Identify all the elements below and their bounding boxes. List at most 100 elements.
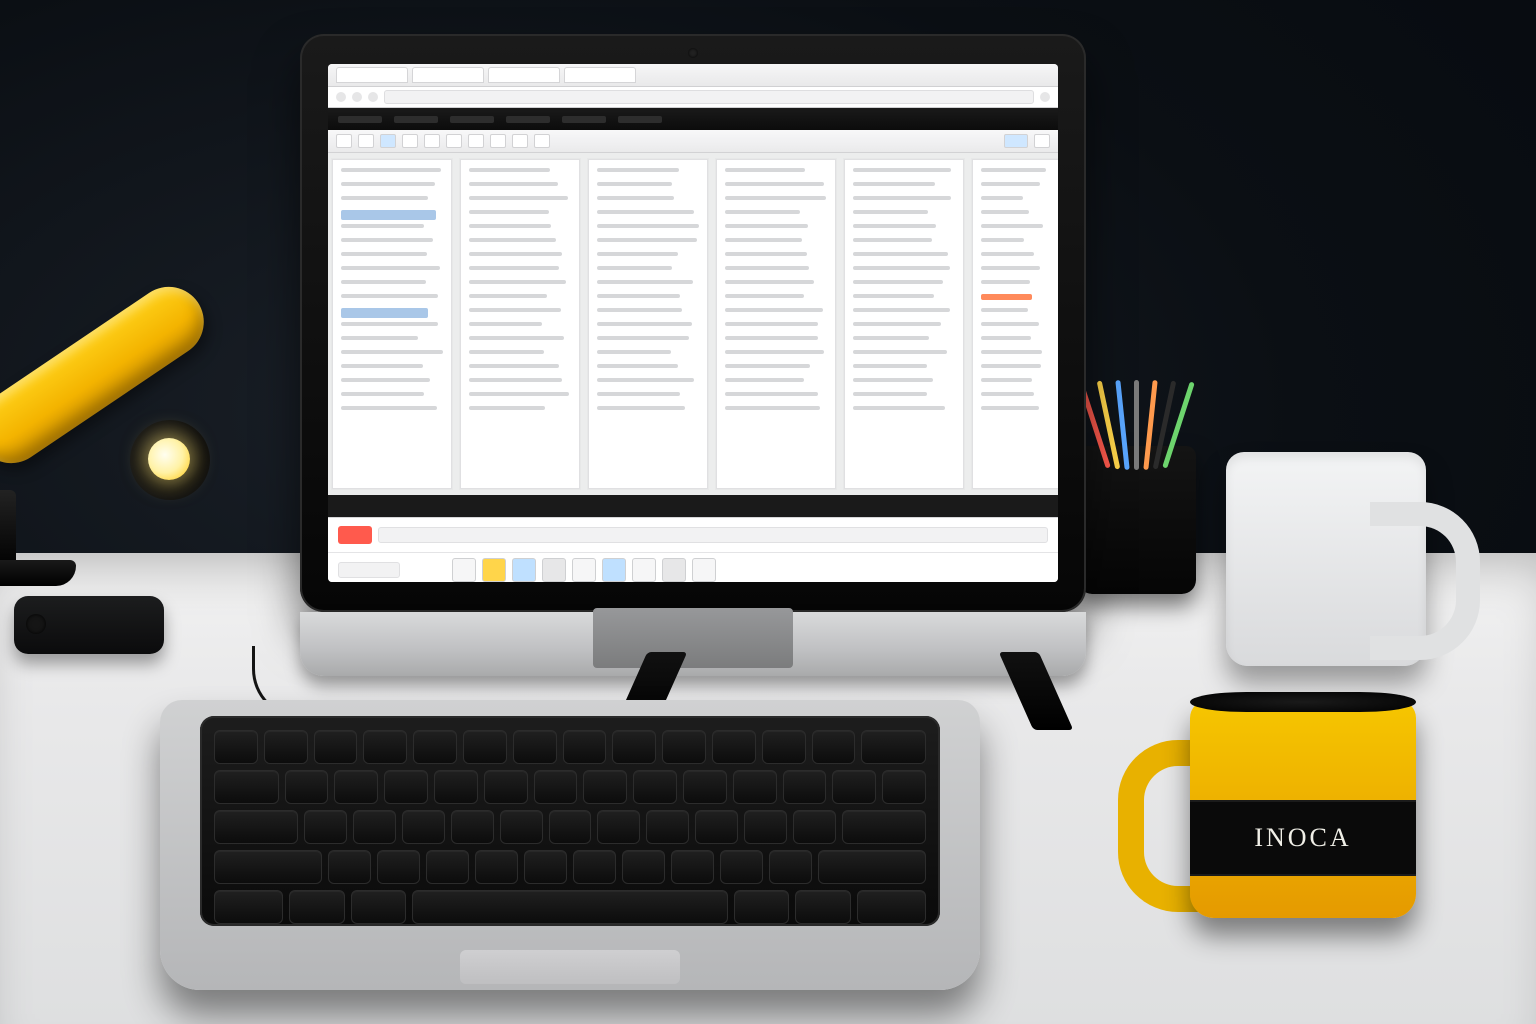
keyboard-key[interactable] [597, 810, 640, 844]
keyboard-key[interactable] [524, 850, 567, 884]
keyboard-key[interactable] [214, 730, 258, 764]
keyboard-key[interactable] [463, 730, 507, 764]
keyboard-key[interactable] [304, 810, 347, 844]
keyboard-key[interactable] [214, 890, 283, 924]
keyboard-key[interactable] [733, 770, 777, 804]
nav-reload-icon[interactable] [368, 92, 378, 102]
keyboard-key[interactable] [484, 770, 528, 804]
palette-swatch[interactable] [512, 558, 536, 582]
keyboard-key[interactable] [351, 890, 407, 924]
browser-tab[interactable] [564, 67, 636, 83]
browser-tab[interactable] [488, 67, 560, 83]
keyboard-key[interactable] [285, 770, 329, 804]
keyboard-key[interactable] [734, 890, 790, 924]
keyboard-key[interactable] [402, 810, 445, 844]
pen-cup [1078, 402, 1196, 594]
keyboard-key[interactable] [549, 810, 592, 844]
keyboard-key[interactable] [214, 810, 298, 844]
document-column[interactable] [716, 159, 836, 489]
browser-tab[interactable] [336, 67, 408, 83]
keyboard-key[interactable] [720, 850, 763, 884]
keyboard-key[interactable] [769, 850, 812, 884]
app-menubar[interactable] [328, 108, 1058, 130]
keyboard-key[interactable] [857, 890, 926, 924]
monitor-screen [328, 64, 1058, 582]
keyboard-key[interactable] [744, 810, 787, 844]
keyboard-key[interactable] [861, 730, 926, 764]
bottom-panel-1 [328, 517, 1058, 552]
keyboard-key[interactable] [842, 810, 926, 844]
keyboard-key[interactable] [712, 730, 756, 764]
laptop-keyboard[interactable] [214, 730, 926, 882]
keyboard-key[interactable] [795, 890, 851, 924]
keyboard-key[interactable] [612, 730, 656, 764]
keyboard-key[interactable] [812, 730, 856, 764]
keyboard-key[interactable] [683, 770, 727, 804]
palette-swatch[interactable] [482, 558, 506, 582]
keyboard-key[interactable] [534, 770, 578, 804]
keyboard-key[interactable] [314, 730, 358, 764]
keyboard-key[interactable] [583, 770, 627, 804]
keyboard-key[interactable] [622, 850, 665, 884]
palette-swatch[interactable] [632, 558, 656, 582]
address-bar[interactable] [384, 90, 1034, 104]
pen [1134, 380, 1139, 470]
monitor [300, 34, 1086, 612]
keyboard-key[interactable] [513, 730, 557, 764]
keyboard-key[interactable] [500, 810, 543, 844]
keyboard-key[interactable] [363, 730, 407, 764]
keyboard-key[interactable] [633, 770, 677, 804]
keyboard-key[interactable] [451, 810, 494, 844]
keyboard-key[interactable] [882, 770, 926, 804]
keyboard-key[interactable] [671, 850, 714, 884]
keyboard-key[interactable] [832, 770, 876, 804]
palette-swatch[interactable] [452, 558, 476, 582]
keyboard-key[interactable] [289, 890, 345, 924]
keyboard-key[interactable] [384, 770, 428, 804]
keyboard-key[interactable] [762, 730, 806, 764]
palette-swatch[interactable] [542, 558, 566, 582]
white-mug [1226, 452, 1426, 666]
keyboard-key[interactable] [695, 810, 738, 844]
keyboard-key[interactable] [214, 850, 322, 884]
palette-swatch[interactable] [572, 558, 596, 582]
document-column[interactable] [588, 159, 708, 489]
sidebar-column[interactable] [332, 159, 452, 489]
keyboard-key[interactable] [353, 810, 396, 844]
keyboard-key[interactable] [214, 770, 279, 804]
keyboard-key[interactable] [264, 730, 308, 764]
keyboard-key[interactable] [662, 730, 706, 764]
browser-tabstrip[interactable] [328, 64, 1058, 87]
menu-icon[interactable] [1040, 92, 1050, 102]
palette-swatch[interactable] [692, 558, 716, 582]
document-column[interactable] [460, 159, 580, 489]
keyboard-key[interactable] [426, 850, 469, 884]
keyboard-key[interactable] [328, 850, 371, 884]
nav-forward-icon[interactable] [352, 92, 362, 102]
laptop-trackpad[interactable] [460, 950, 680, 984]
keyboard-key[interactable] [646, 810, 689, 844]
keyboard-key[interactable] [573, 850, 616, 884]
palette-swatch[interactable] [662, 558, 686, 582]
keyboard-key[interactable] [818, 850, 926, 884]
keyboard-key[interactable] [334, 770, 378, 804]
app-divider [328, 495, 1058, 517]
keyboard-key[interactable] [793, 810, 836, 844]
external-drive [14, 596, 164, 654]
nav-back-icon[interactable] [336, 92, 346, 102]
palette-swatch[interactable] [602, 558, 626, 582]
keyboard-key[interactable] [413, 730, 457, 764]
keyboard-key[interactable] [434, 770, 478, 804]
keyboard-key[interactable] [412, 890, 727, 924]
keyboard-key[interactable] [475, 850, 518, 884]
input-field[interactable] [338, 562, 400, 578]
keyboard-key[interactable] [377, 850, 420, 884]
keyboard-key[interactable] [783, 770, 827, 804]
document-column[interactable] [972, 159, 1058, 489]
input-field[interactable] [378, 527, 1048, 543]
document-column[interactable] [844, 159, 964, 489]
app-ribbon[interactable] [328, 130, 1058, 153]
keyboard-key[interactable] [563, 730, 607, 764]
browser-tab[interactable] [412, 67, 484, 83]
alert-badge[interactable] [338, 526, 372, 544]
